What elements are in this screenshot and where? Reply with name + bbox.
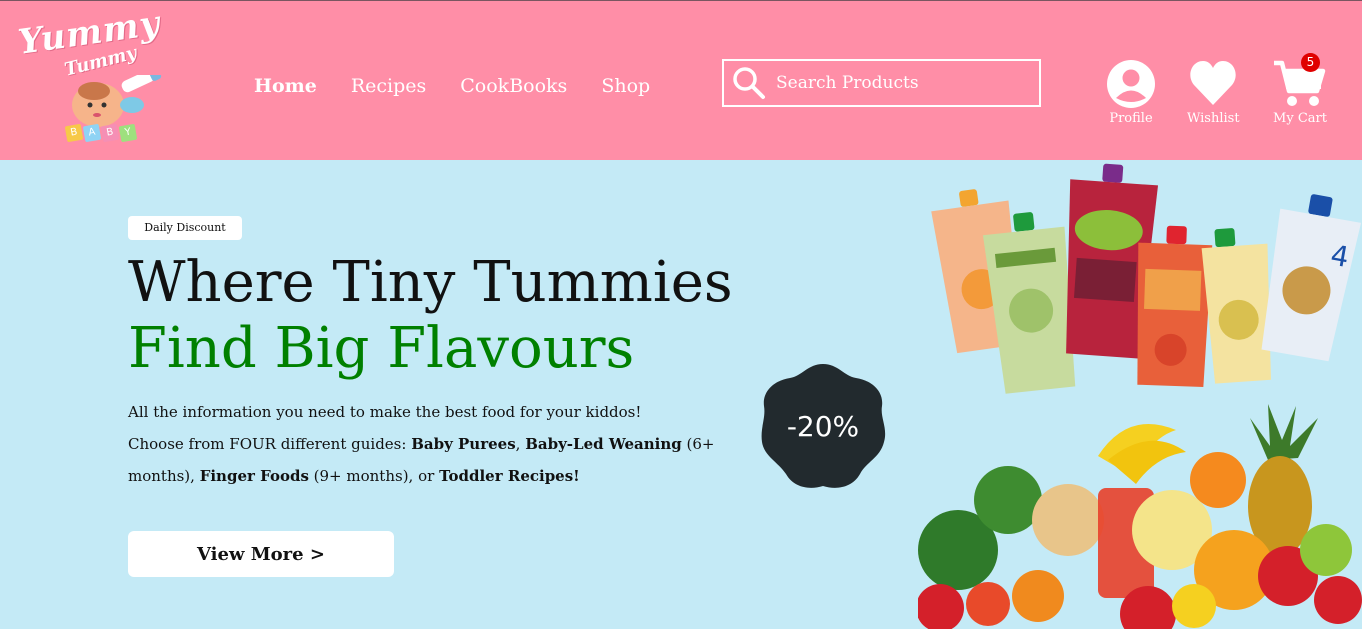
guide-toddler-recipes: Toddler Recipes! [439,467,580,485]
hero-description: All the information you need to make the… [128,396,728,492]
logo-block: B [64,123,84,143]
profile-label: Profile [1109,111,1153,126]
search-bar[interactable] [722,59,1041,107]
baby-food-pouches-image: 4 [931,163,1362,394]
guide-baby-led-weaning: Baby-Led Weaning [525,435,682,453]
wishlist-label: Wishlist [1187,111,1240,126]
hero-section: Daily Discount Where Tiny Tummies Find B… [0,160,1362,629]
site-header: Yummy Tummy B A B Y Home Recipes CookBoo… [0,0,1362,160]
heart-icon[interactable] [1188,59,1238,109]
cart-count-badge: 5 [1301,53,1320,72]
discount-badge: -20% [761,364,886,488]
fruits-vegetables-image [918,404,1362,629]
profile-link[interactable]: Profile [1106,59,1156,126]
guide-baby-purees: Baby Purees [411,435,516,453]
logo-block: A [82,123,102,143]
hero-title-line2: Find Big Flavours [128,316,635,381]
hero-desc-line2: Choose from FOUR different guides: Baby … [128,428,728,492]
logo-block: B [100,123,120,143]
logo-blocks: B A B Y [64,123,138,143]
nav-item-shop[interactable]: Shop [601,75,650,97]
discount-label: -20% [787,410,859,443]
baby-illustration [72,75,162,127]
daily-discount-tag: Daily Discount [128,216,242,240]
view-more-button[interactable]: View More > [128,531,394,577]
cart-label: My Cart [1273,111,1327,126]
wishlist-link[interactable]: Wishlist [1187,59,1240,126]
main-nav: Home Recipes CookBooks Shop [254,75,684,97]
logo-block: Y [118,123,138,143]
guide-finger-foods: Finger Foods [199,467,309,485]
search-icon[interactable] [732,66,766,100]
search-input[interactable] [776,73,1026,93]
cart-icon[interactable] [1272,59,1328,109]
cart-link[interactable]: 5 My Cart [1272,53,1328,126]
nav-item-cookbooks[interactable]: CookBooks [460,75,567,97]
desc-age-9: (9+ months), or [308,467,440,485]
desc-sep: , [515,435,526,453]
nav-item-home[interactable]: Home [254,75,317,97]
brand-logo[interactable]: Yummy Tummy B A B Y [16,3,198,157]
desc-prefix: Choose from FOUR different guides: [128,435,412,453]
nav-item-recipes[interactable]: Recipes [351,75,426,97]
user-icon[interactable] [1106,59,1156,109]
hero-title-line1: Where Tiny Tummies [128,250,733,315]
hero-desc-line1: All the information you need to make the… [128,403,642,421]
